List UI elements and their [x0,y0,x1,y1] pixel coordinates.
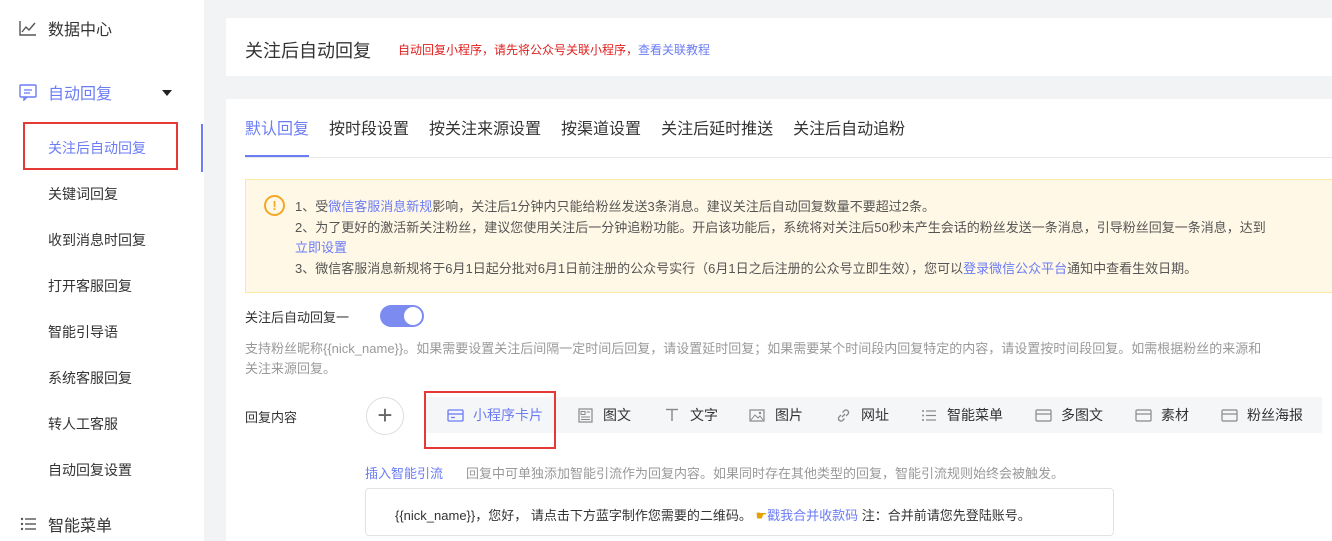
tab-auto-follow-up[interactable]: 关注后自动追粉 [793,119,905,157]
sidebar: 数据中心 自动回复 关注后自动回复 关键词回复 收到消息时回复 打开客服回复 智… [0,0,204,541]
sidebar-group-auto-reply[interactable]: 自动回复 [0,76,112,108]
tab-default-reply[interactable]: 默认回复 [245,119,310,157]
tab-delayed-push[interactable]: 关注后延时推送 [661,119,773,157]
notice-line-1: 1、受微信客服消息新规影响，关注后1分钟内只能给粉丝发送3条消息。建议关注后自动… [295,196,935,215]
sidebar-item-auto-reply-settings[interactable]: 自动回复设置 [48,460,132,480]
tab-by-source[interactable]: 按关注来源设置 [429,119,541,157]
message-square-icon [18,82,38,102]
header-note: 自动回复小程序，请先将公众号关联小程序，查看关联教程 [398,41,710,58]
notice-line-2: 2、为了更好的激活新关注粉丝，建议您使用关注后一分钟追粉功能。开启该功能后，系统… [295,220,1266,235]
notice-text: 影响，关注后1分钟内只能给粉丝发送3条消息。建议关注后自动回复数量不要超过2条。 [432,199,935,214]
type-label: 网址 [861,407,889,423]
hint-line-2: 关注来源回复。 [245,361,337,376]
type-text[interactable]: 文字 [663,397,718,433]
reply-type-bar: 小程序卡片 图文 文字 图片 网址 智能菜单 多图文 素材 粉丝海报 [426,397,1322,433]
notice-text: 3、微信客服消息新规将于6月1日起分批对6月1日前注册的公众号实行（6月1日之后… [295,261,964,276]
header-note-text: 自动回复小程序，请先将公众号关联小程序， [398,43,639,57]
message-text: {{nick_name}}，您好， 请点击下方蓝字制作您需要的二维码。 [395,508,752,523]
type-article[interactable]: 图文 [576,397,631,433]
notice-box: ! 1、受微信客服消息新规影响，关注后1分钟内只能给粉丝发送3条消息。建议关注后… [245,179,1332,293]
card-icon [1220,408,1238,422]
tab-by-channel[interactable]: 按渠道设置 [561,119,641,157]
hint-line-1: 支持粉丝昵称{{nick_name}}。如果需要设置关注后间隔一定时间后回复，请… [245,341,1262,356]
tutorial-link[interactable]: 查看关联教程 [638,43,710,57]
sidebar-item-label: 智能菜单 [48,518,113,535]
highlight-box [424,391,556,449]
sidebar-group-label: 自动回复 [48,86,113,103]
notice-text: 1、受 [295,199,329,214]
set-now-link[interactable]: 立即设置 [295,240,347,255]
type-label: 粉丝海报 [1247,407,1303,423]
notice-line-3: 3、微信客服消息新规将于6月1日起分批对6月1日前注册的公众号实行（6月1日之后… [295,258,1197,277]
type-multi-article[interactable]: 多图文 [1034,397,1103,433]
active-indicator [201,124,203,172]
toggle-knob [404,307,422,325]
tab-by-time[interactable]: 按时段设置 [329,119,409,157]
login-platform-link[interactable]: 登录微信公众平台 [963,261,1067,276]
type-image[interactable]: 图片 [748,397,803,433]
insert-smart-traffic-link[interactable]: 插入智能引流 [365,463,443,482]
pointing-hand-icon: ☛ [755,508,768,523]
chart-line-icon [18,18,38,38]
caret-down-icon[interactable] [162,90,172,96]
card-icon [1134,408,1152,422]
type-material[interactable]: 素材 [1134,397,1189,433]
auto-reply-toggle[interactable] [380,305,424,327]
tab-bar: 默认回复 按时段设置 按关注来源设置 按渠道设置 关注后延时推送 关注后自动追粉 [245,119,925,157]
warning-icon: ! [264,195,285,216]
sidebar-item-open-service-reply[interactable]: 打开客服回复 [48,276,132,296]
main-card: 默认回复 按时段设置 按关注来源设置 按渠道设置 关注后延时推送 关注后自动追粉… [226,99,1332,541]
image-icon [748,408,766,422]
type-label: 智能菜单 [947,407,1003,423]
page-title: 关注后自动回复 [245,41,371,61]
card-icon [1034,408,1052,422]
sidebar-item-smart-guide[interactable]: 智能引导语 [48,322,118,342]
sidebar-item-message-reply[interactable]: 收到消息时回复 [48,230,146,250]
sidebar-item-human-service[interactable]: 转人工客服 [48,414,118,434]
sidebar-item-system-service-reply[interactable]: 系统客服回复 [48,368,132,388]
notice-text: 通知中查看生效日期。 [1067,261,1198,276]
wechat-rules-link[interactable]: 微信客服消息新规 [328,199,432,214]
type-url[interactable]: 网址 [834,397,889,433]
hint-text: 支持粉丝昵称{{nick_name}}。如果需要设置关注后间隔一定时间后回复，请… [245,339,1332,379]
article-icon [576,407,594,423]
type-label: 图片 [775,407,803,423]
type-label: 文字 [690,407,718,423]
type-label: 多图文 [1061,407,1103,423]
toggle-label: 关注后自动回复一 [245,310,350,325]
text-icon [663,408,681,422]
type-label: 素材 [1161,407,1189,423]
sidebar-item-keyword-reply[interactable]: 关键词回复 [48,184,118,204]
add-reply-button[interactable]: + [366,397,404,435]
reply-message-box[interactable]: {{nick_name}}，您好， 请点击下方蓝字制作您需要的二维码。 ☛戳我合… [365,488,1114,536]
notice-line-2b: 立即设置 [295,237,347,256]
header-card: 关注后自动回复 自动回复小程序，请先将公众号关联小程序，查看关联教程 [226,18,1332,76]
sidebar-item-label: 数据中心 [48,22,113,39]
tab-divider [245,157,1332,158]
list-icon [920,408,938,422]
link-icon [834,408,852,422]
merge-qr-link[interactable]: 戳我合并收款码 [767,508,858,523]
highlight-box [23,122,178,170]
sidebar-item-data-center[interactable]: 数据中心 [0,12,112,44]
type-fan-poster[interactable]: 粉丝海报 [1220,397,1303,433]
smart-traffic-hint: 回复中可单独添加智能引流作为回复内容。如果同时存在其他类型的回复，智能引流规则始… [466,466,1065,481]
sidebar-item-smart-menu[interactable]: 智能菜单 [0,508,112,540]
list-icon [18,514,38,534]
reply-content-label: 回复内容 [245,410,298,425]
type-label: 图文 [603,407,631,423]
type-smart-menu[interactable]: 智能菜单 [920,397,1003,433]
message-note: 注：合并前请您先登陆账号。 [861,508,1031,523]
reply-message: {{nick_name}}，您好， 请点击下方蓝字制作您需要的二维码。 ☛戳我合… [395,505,1031,524]
